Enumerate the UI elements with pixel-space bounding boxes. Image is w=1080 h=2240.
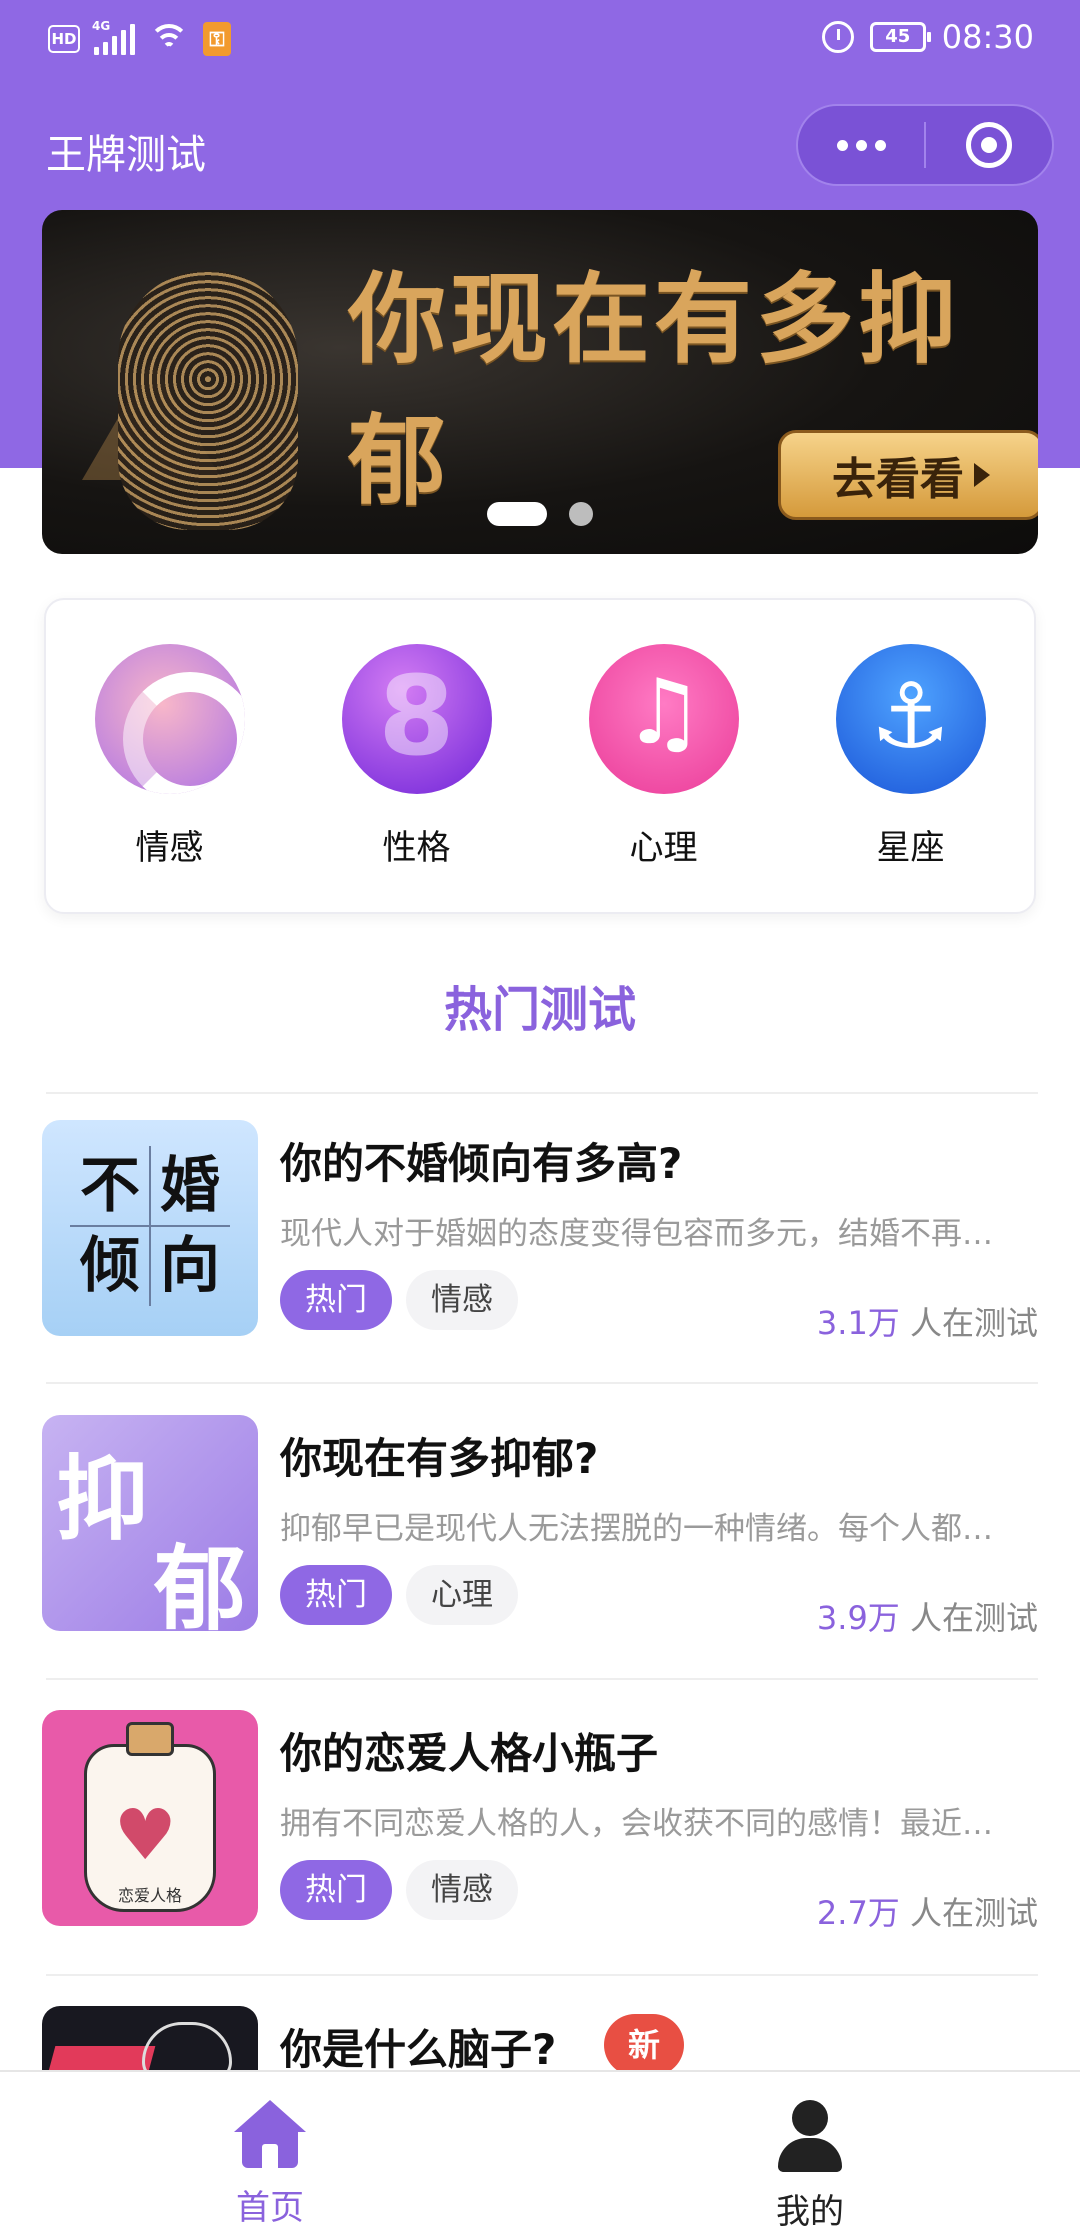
key-icon: ⚿ [203, 22, 231, 56]
page-title: 王牌测试 [46, 132, 206, 178]
test-list-item[interactable]: 你是什么脑子? 新 [42, 2006, 1038, 2070]
participant-count: 2.7万 人在测试 [816, 1894, 1038, 1932]
test-title: 你的恋爱人格小瓶子 [280, 1729, 659, 1778]
test-description: 拥有不同恋爱人格的人，会收获不同的感情！最近… [280, 1806, 993, 1842]
test-thumbnail: 不婚 倾向 [42, 1120, 258, 1336]
indicator-dot-active[interactable] [487, 502, 547, 526]
close-button[interactable] [926, 106, 1052, 184]
status-bar: HD 4G ⚿ 45 08:30 [0, 0, 1080, 80]
test-list-item[interactable]: 不婚 倾向 你的不婚倾向有多高? 现代人对于婚姻的态度变得包容而多元，结婚不再…… [42, 1120, 1038, 1342]
divider [46, 1974, 1038, 1976]
test-title: 你现在有多抑郁? [280, 1434, 599, 1483]
divider [46, 1092, 1038, 1094]
tag-category: 情感 [406, 1860, 518, 1920]
test-thumbnail: 抑 郁 [42, 1415, 258, 1631]
tag-category: 情感 [406, 1270, 518, 1330]
category-emotion[interactable]: 情感 [46, 600, 293, 912]
category-psychology[interactable]: 心理 [540, 600, 787, 912]
participant-count: 3.9万 人在测试 [816, 1599, 1038, 1637]
category-grid: 情感 性格 心理 星座 [44, 598, 1036, 914]
rings-icon [94, 644, 245, 794]
test-description: 现代人对于婚姻的态度变得包容而多元，结婚不再… [280, 1216, 993, 1252]
tab-label: 我的 [776, 2192, 844, 2232]
tab-mine[interactable]: 我的 [540, 2072, 1080, 2240]
alarm-icon [821, 21, 854, 53]
tag-hot: 热门 [280, 1565, 392, 1625]
more-dots-icon [836, 139, 886, 151]
category-label: 星座 [876, 828, 945, 868]
category-label: 性格 [382, 828, 451, 868]
hd-icon: HD [48, 25, 80, 53]
brain-icon [142, 2022, 232, 2070]
divider [46, 1382, 1038, 1384]
test-title: 你的不婚倾向有多高? [280, 1139, 683, 1188]
category-zodiac[interactable]: 星座 [787, 600, 1034, 912]
tab-label: 首页 [236, 2188, 304, 2228]
anchor-icon [835, 644, 986, 794]
heart-icon: ♥ [114, 1794, 177, 1876]
home-icon [234, 2100, 306, 2168]
participant-count: 3.1万 人在测试 [816, 1304, 1038, 1342]
tag-hot: 热门 [280, 1270, 392, 1330]
carousel-indicator [42, 502, 1038, 526]
user-icon [778, 2100, 842, 2172]
mini-program-capsule [796, 104, 1054, 186]
play-arrow-icon [974, 463, 990, 487]
music-note-icon [588, 644, 739, 794]
test-list-item[interactable]: 抑 郁 你现在有多抑郁? 抑郁早已是现代人无法摆脱的一种情绪。每个人都… 热门 … [42, 1415, 1038, 1637]
banner-go-label: 去看看 [832, 454, 964, 505]
category-label: 心理 [629, 828, 698, 868]
clock: 08:30 [941, 18, 1034, 56]
section-title: 热门测试 [443, 982, 636, 1038]
test-list-item[interactable]: ♥ 恋爱人格 你的恋爱人格小瓶子 拥有不同恋爱人格的人，会收获不同的感情！最近…… [42, 1710, 1038, 1932]
more-button[interactable] [798, 106, 924, 184]
battery-icon: 45 [869, 22, 931, 52]
new-badge: 新 [604, 2014, 684, 2070]
test-title: 你是什么脑子? [280, 2025, 557, 2070]
tab-home[interactable]: 首页 [0, 2072, 540, 2240]
category-label: 情感 [135, 828, 204, 868]
test-thumbnail [42, 2006, 258, 2070]
figure-eight-icon [341, 644, 492, 794]
face-illustration [118, 270, 298, 530]
bottom-tab-bar: 首页 我的 [0, 2070, 1080, 2240]
cellular-signal-icon: 4G [92, 19, 135, 55]
target-icon [966, 122, 1012, 168]
tag-category: 心理 [406, 1565, 518, 1625]
wifi-icon [149, 24, 189, 54]
tag-hot: 热门 [280, 1860, 392, 1920]
category-personality[interactable]: 性格 [293, 600, 540, 912]
test-description: 抑郁早已是现代人无法摆脱的一种情绪。每个人都… [280, 1511, 993, 1547]
banner-carousel[interactable]: 你现在有多抑郁 去看看 [42, 210, 1038, 554]
test-thumbnail: ♥ 恋爱人格 [42, 1710, 258, 1926]
indicator-dot[interactable] [569, 502, 593, 526]
divider [46, 1678, 1038, 1680]
